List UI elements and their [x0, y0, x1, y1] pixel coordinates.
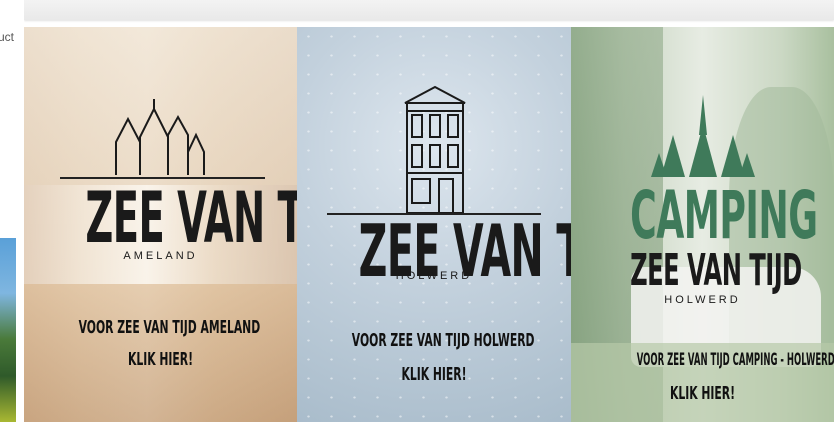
left-partial-text: uct [0, 30, 15, 44]
left-panel: uct [0, 0, 24, 422]
cta-line-1[interactable]: VOOR ZEE VAN TIJD CAMPING - HOLWERD [637, 350, 834, 370]
cta-line-2[interactable]: KLIK HIER! [624, 383, 782, 404]
card-camping[interactable]: CAMPING ZEE VAN TIJD HOLWERD VOOR ZEE VA… [571, 27, 834, 422]
building-logo-icon [404, 85, 466, 214]
left-thumbnail-image[interactable] [0, 238, 16, 422]
brand-location: HOLWERD [664, 294, 741, 306]
brand-location: HOLWERD [395, 270, 473, 282]
church-trees-logo-icon [651, 95, 755, 177]
top-bar [24, 0, 834, 20]
brand-title: ZEE VAN TIJD [630, 245, 802, 296]
cta-line-2[interactable]: KLIK HIER! [352, 364, 516, 385]
brand-title: ZEE VAN TIJD [85, 177, 297, 259]
camping-title: CAMPING [630, 177, 818, 254]
cta-line-1[interactable]: VOOR ZEE VAN TIJD HOLWERD [352, 330, 535, 351]
cta-line-1[interactable]: VOOR ZEE VAN TIJD AMELAND [79, 317, 261, 338]
houses-logo-icon [115, 99, 205, 175]
card-ameland[interactable]: ZEE VAN TIJD AMELAND VOOR ZEE VAN TIJD A… [24, 27, 297, 422]
brand-location: AMELAND [123, 250, 198, 262]
cta-line-2[interactable]: KLIK HIER! [79, 349, 243, 370]
card-holwerd[interactable]: ZEE VAN TIJD HOLWERD VOOR ZEE VAN TIJD H… [297, 27, 571, 422]
